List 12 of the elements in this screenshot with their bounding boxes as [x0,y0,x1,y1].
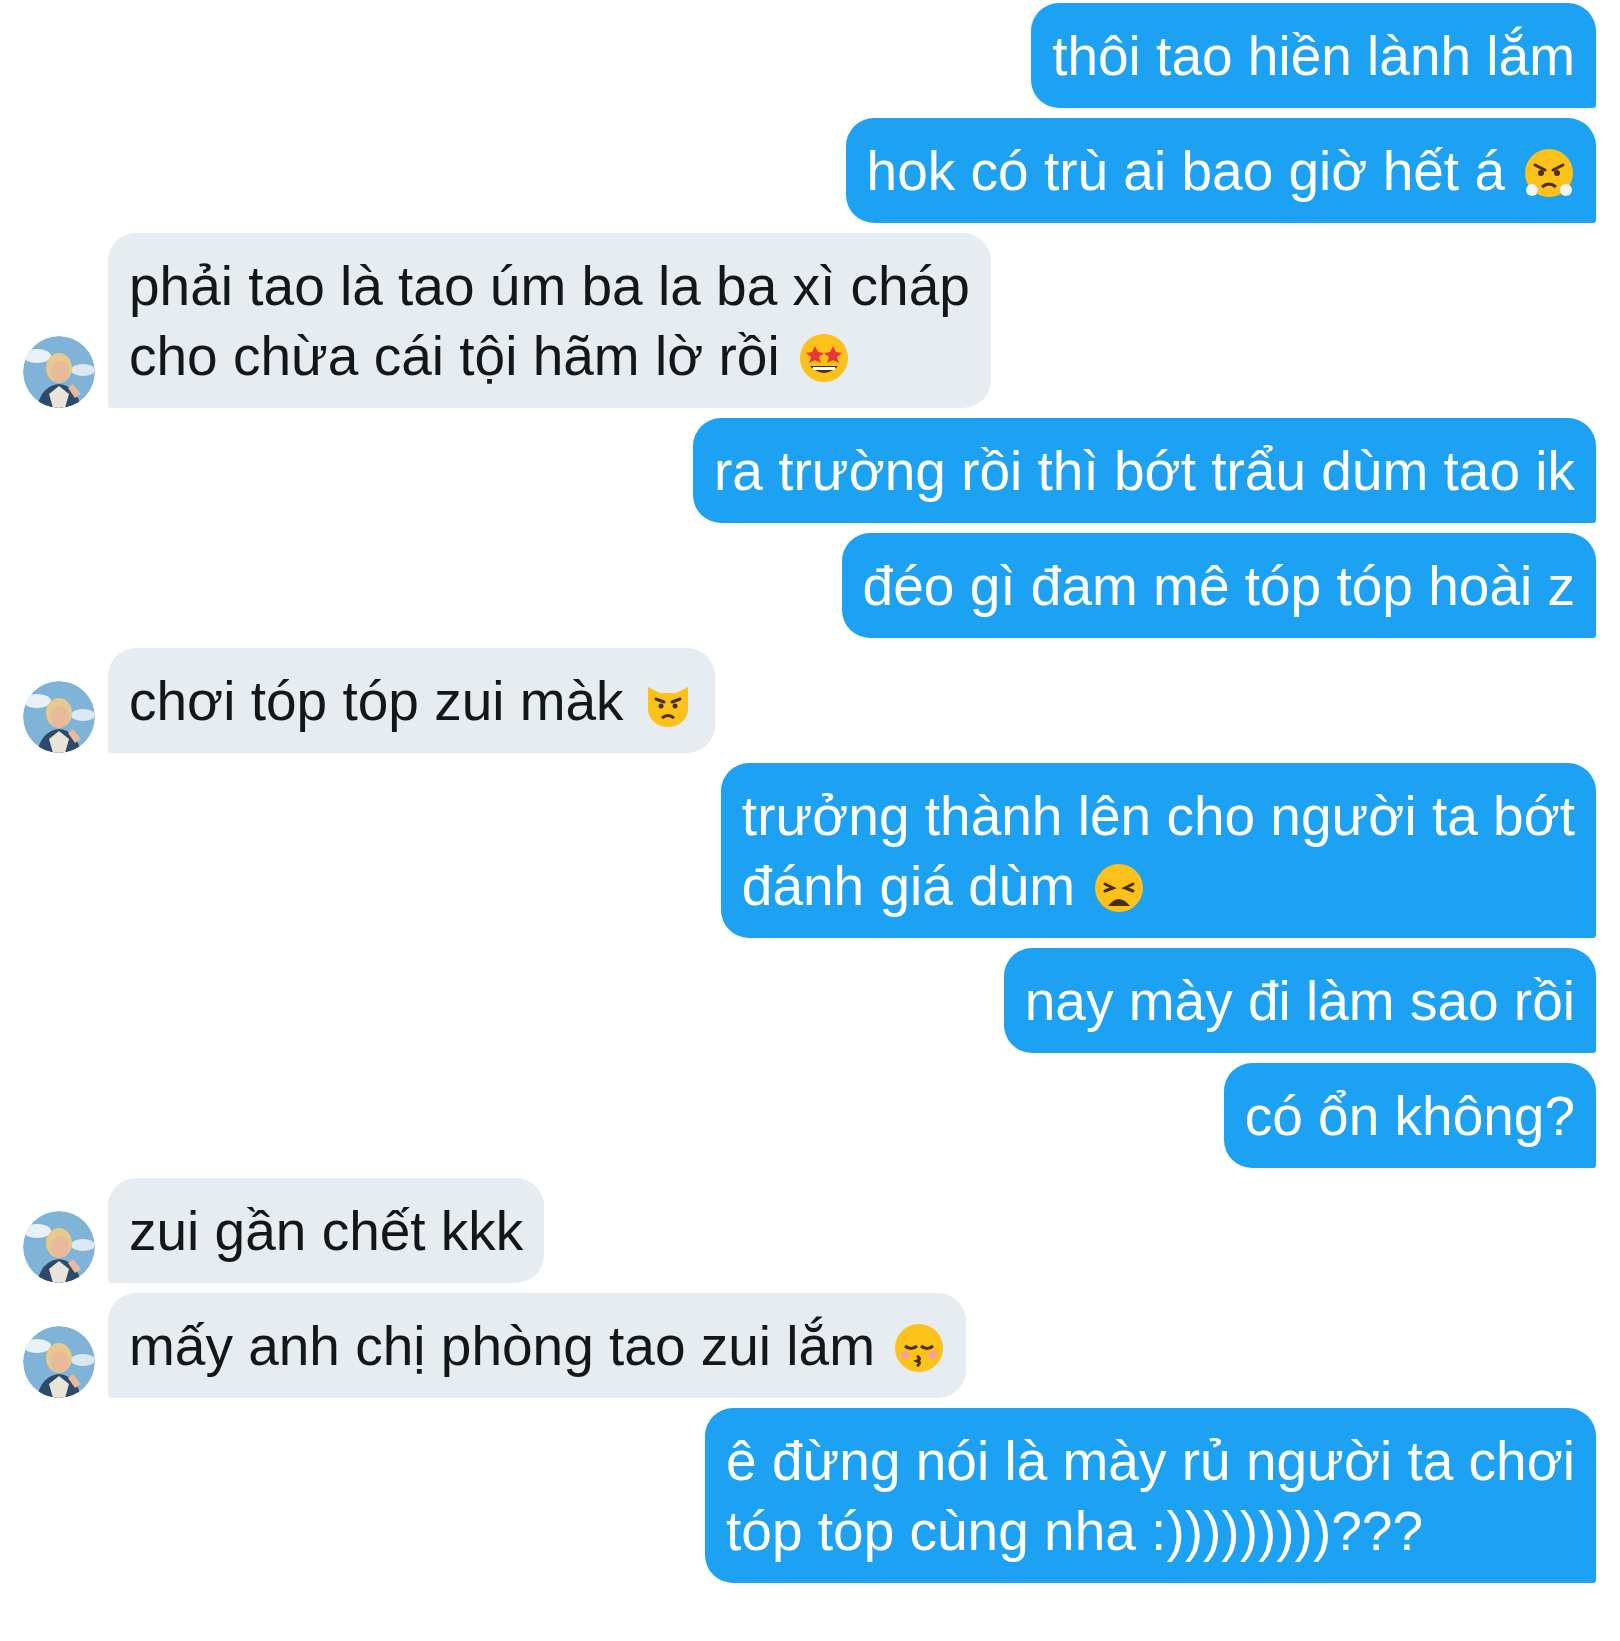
message-text: thôi tao hiền lành lắm [1052,25,1575,87]
message-text: phải tao là tao úm ba la ba xì cháp cho chừa cái tội hãm lờ rồi [129,255,970,387]
message-text: zui gần chết kkk [129,1200,524,1262]
message-text: hok có trù ai bao giờ hết á [866,140,1505,202]
message-text: ê đừng nói là mày rủ người ta chơi tóp tóp cùng nha :)))))))))??? [726,1430,1575,1562]
message-text: đéo gì đam mê tóp tóp hoài z [862,555,1575,617]
message-text: trưởng thành lên cho người ta bớt đánh giá dùm [741,785,1575,917]
message-text: ra trường rồi thì bớt trẩu dùm tao ik [714,440,1575,502]
message-text: nay mày đi làm sao rồi [1024,970,1575,1032]
message-text: có ổn không? [1244,1085,1575,1147]
message-text: chơi tóp tóp zui màk [129,670,624,732]
message-text: mấy anh chị phòng tao zui lắm [129,1315,875,1377]
